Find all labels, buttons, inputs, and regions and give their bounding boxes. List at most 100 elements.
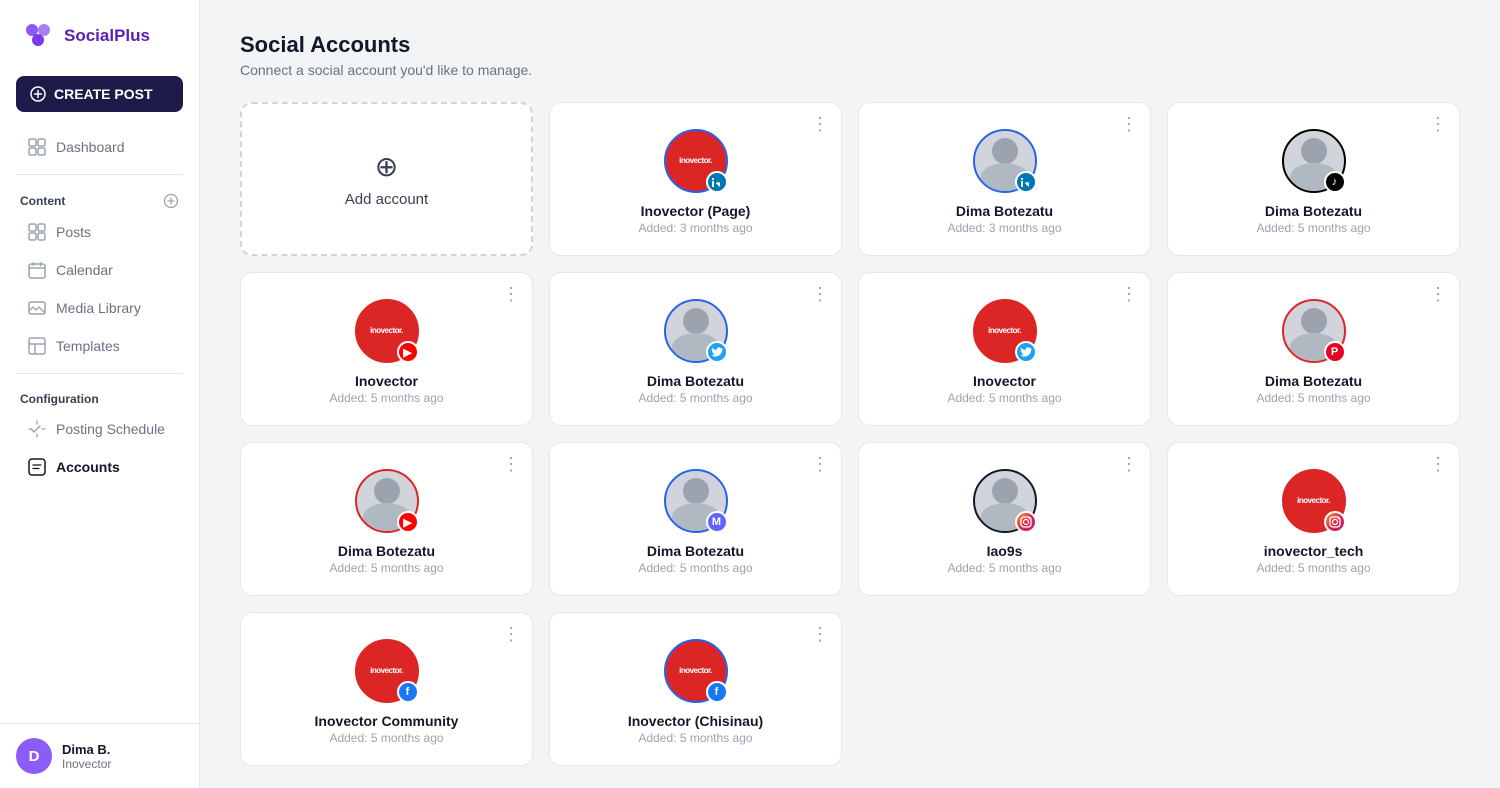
user-avatar: D [16, 738, 52, 774]
account-menu-icon[interactable]: ⋮ [502, 455, 520, 473]
mastodon-badge: M [706, 511, 728, 533]
account-name: Inovector (Page) [641, 203, 751, 219]
avatar-wrap: M [664, 469, 728, 533]
sidebar-item-dashboard[interactable]: Dashboard [8, 129, 191, 165]
media-library-label: Media Library [56, 300, 141, 316]
sidebar-item-media-library[interactable]: Media Library [8, 290, 191, 326]
posts-icon [28, 223, 46, 241]
account-menu-icon[interactable]: ⋮ [811, 285, 829, 303]
create-post-icon [30, 86, 46, 102]
add-account-label: Add account [345, 191, 428, 208]
sidebar: SocialPlus CREATE POST Dashboard Content [0, 0, 200, 788]
facebook-badge: f [397, 681, 419, 703]
app-name: SocialPlus [64, 26, 150, 46]
account-card: ⋮ inovector. f Inovector (Chisinau) Adde… [549, 612, 842, 766]
account-date: Added: 5 months ago [1256, 561, 1370, 575]
account-name: Inovector Community [315, 713, 459, 729]
sidebar-item-calendar[interactable]: Calendar [8, 252, 191, 288]
user-name: Dima B. [62, 742, 111, 757]
sidebar-item-templates[interactable]: Templates [8, 328, 191, 364]
avatar-wrap: inovector. f [664, 639, 728, 703]
account-date: Added: 3 months ago [947, 221, 1061, 235]
avatar-wrap: ♪ [1282, 129, 1346, 193]
avatar-wrap [664, 299, 728, 363]
account-menu-icon[interactable]: ⋮ [502, 625, 520, 643]
youtube-badge: ▶ [397, 341, 419, 363]
account-menu-icon[interactable]: ⋮ [811, 455, 829, 473]
account-name: Dima Botezatu [338, 543, 435, 559]
avatar-wrap: inovector. f [355, 639, 419, 703]
account-menu-icon[interactable]: ⋮ [1120, 455, 1138, 473]
avatar-wrap: P [1282, 299, 1346, 363]
account-card: ⋮ M Dima Botezatu Added: 5 months ago [549, 442, 842, 596]
sidebar-item-posting-schedule[interactable]: Posting Schedule [8, 411, 191, 447]
create-post-label: CREATE POST [54, 86, 153, 102]
avatar-wrap: inovector. [973, 299, 1037, 363]
account-date: Added: 5 months ago [638, 391, 752, 405]
account-menu-icon[interactable]: ⋮ [502, 285, 520, 303]
account-date: Added: 5 months ago [638, 731, 752, 745]
account-name: Inovector [973, 373, 1036, 389]
main-content: Social Accounts Connect a social account… [200, 0, 1500, 788]
content-section-label: Content [0, 183, 199, 213]
instagram-badge [1015, 511, 1037, 533]
account-card: ⋮ inovector. ▶ Inovector Added: 5 months… [240, 272, 533, 426]
facebook-badge: f [706, 681, 728, 703]
account-menu-icon[interactable]: ⋮ [1429, 115, 1447, 133]
user-area: D Dima B. Inovector [0, 723, 199, 788]
account-name: Dima Botezatu [647, 543, 744, 559]
account-date: Added: 5 months ago [1256, 221, 1370, 235]
account-name: Iao9s [987, 543, 1023, 559]
page-title: Social Accounts [240, 32, 1460, 58]
templates-icon [28, 337, 46, 355]
account-card: ⋮ Iao9s Added: 5 months ago [858, 442, 1151, 596]
user-org: Inovector [62, 757, 111, 771]
twitter-badge [1015, 341, 1037, 363]
dashboard-label: Dashboard [56, 139, 125, 155]
account-date: Added: 5 months ago [329, 391, 443, 405]
account-menu-icon[interactable]: ⋮ [1120, 285, 1138, 303]
sidebar-item-posts[interactable]: Posts [8, 214, 191, 250]
account-menu-icon[interactable]: ⋮ [1429, 455, 1447, 473]
schedule-icon [28, 420, 46, 438]
user-info: Dima B. Inovector [62, 742, 111, 771]
account-card: ⋮ Dima Botezatu Added: 5 months ago [549, 272, 842, 426]
account-name: Dima Botezatu [1265, 203, 1362, 219]
avatar-wrap: inovector. [1282, 469, 1346, 533]
avatar-wrap [973, 129, 1037, 193]
account-date: Added: 3 months ago [638, 221, 752, 235]
page-subtitle: Connect a social account you'd like to m… [240, 62, 1460, 78]
account-card: ⋮ ▶ Dima Botezatu Added: 5 months ago [240, 442, 533, 596]
config-section-label: Configuration [0, 382, 199, 410]
account-name: inovector_tech [1264, 543, 1364, 559]
account-card: ⋮ inovector. Inovector (Page) Added: 3 m… [549, 102, 842, 256]
templates-label: Templates [56, 338, 120, 354]
account-menu-icon[interactable]: ⋮ [811, 115, 829, 133]
account-card: ⋮ inovector. Inovector Added: 5 months a… [858, 272, 1151, 426]
account-menu-icon[interactable]: ⋮ [1120, 115, 1138, 133]
dashboard-icon [28, 138, 46, 156]
create-post-button[interactable]: CREATE POST [16, 76, 183, 112]
linkedin-badge [1015, 171, 1037, 193]
sidebar-item-accounts[interactable]: Accounts [8, 449, 191, 485]
account-card: ⋮ inovector. f Inovector Community Added… [240, 612, 533, 766]
account-menu-icon[interactable]: ⋮ [811, 625, 829, 643]
account-date: Added: 5 months ago [638, 561, 752, 575]
account-card: ⋮ ♪ Dima Botezatu Added: 5 months ago [1167, 102, 1460, 256]
add-content-icon[interactable] [163, 193, 179, 209]
tiktok-badge: ♪ [1324, 171, 1346, 193]
account-date: Added: 5 months ago [947, 391, 1061, 405]
accounts-icon [28, 458, 46, 476]
account-date: Added: 5 months ago [329, 561, 443, 575]
add-account-card[interactable]: ⊕ Add account [240, 102, 533, 256]
avatar-wrap: ▶ [355, 469, 419, 533]
account-menu-icon[interactable]: ⋮ [1429, 285, 1447, 303]
account-date: Added: 5 months ago [947, 561, 1061, 575]
pinterest-badge: P [1324, 341, 1346, 363]
twitter-badge [706, 341, 728, 363]
instagram-badge [1324, 511, 1346, 533]
calendar-label: Calendar [56, 262, 113, 278]
avatar-wrap [973, 469, 1037, 533]
add-account-icon: ⊕ [375, 150, 398, 183]
calendar-icon [28, 261, 46, 279]
